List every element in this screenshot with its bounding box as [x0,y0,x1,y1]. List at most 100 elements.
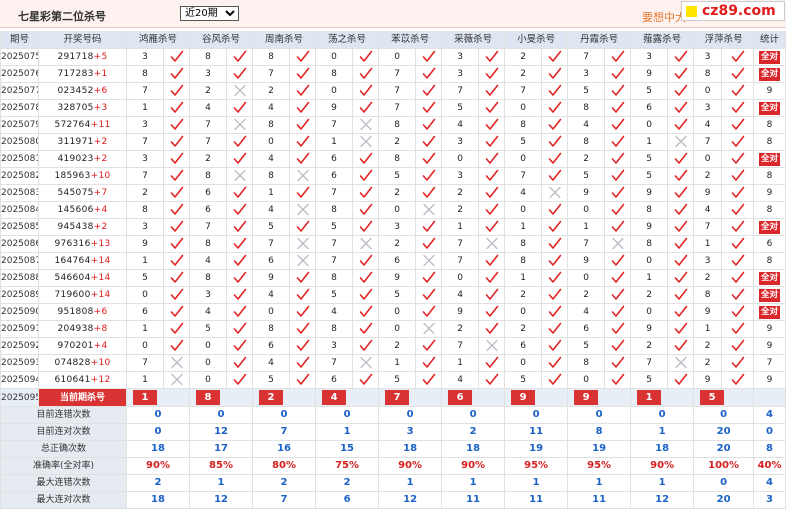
draw-number-cell: 204938+8 [38,320,127,338]
period-cell: 2025082 [0,167,39,185]
stats-value: 2 [125,474,191,492]
kill-value: 8 [315,65,354,83]
kill-value: 2 [378,235,417,253]
kill-value: 6 [315,150,354,168]
kill-value: 8 [252,48,291,66]
prediction-label: 当前期杀号 [38,388,127,407]
row-summary: 8 [753,116,786,134]
prediction-value: 5 [700,389,725,405]
draw-number: 976316 [54,239,91,249]
prediction-value: 1 [637,389,662,405]
kill-value: 9 [630,218,669,236]
stats-value: 1 [189,474,254,492]
prediction-row: 2025095 当前期杀号 1 8 2 4 7 6 9 9 1 5 [0,388,786,407]
hit-check-icon [604,303,632,321]
hit-check-icon [721,218,755,236]
prediction-period: 2025095 [0,388,39,407]
stats-value: 7 [252,491,317,509]
hit-check-icon [721,286,755,304]
hit-check-icon [604,99,632,117]
kill-value: 0 [378,303,417,321]
hit-check-icon [162,269,191,287]
kill-value: 4 [567,303,606,321]
stats-value: 17 [189,440,254,458]
kill-value: 2 [126,184,164,202]
hit-check-icon [667,116,695,134]
hit-check-icon [162,337,191,355]
miss-cross-icon [478,235,506,253]
column-header: 采薇杀号 [441,31,506,49]
draw-number-diff: +8 [93,324,108,334]
kill-value: 7 [378,99,417,117]
kill-value: 5 [315,286,354,304]
kill-value: 8 [567,354,606,372]
all-correct-badge: 全对 [759,68,781,81]
draw-number-cell: 074828+10 [38,354,127,372]
period-cell: 2025079 [0,116,39,134]
kill-value: 9 [693,303,723,321]
kill-value: 8 [630,201,669,219]
hit-check-icon [721,201,755,219]
table-row: 2025088 546604+14 5 8 9 8 9 0 1 0 1 2 全对 [0,269,786,287]
draw-number: 204938 [57,324,94,334]
period-cell: 2025081 [0,150,39,168]
kill-value: 7 [189,116,228,134]
stats-value: 1 [630,474,695,492]
draw-number-diff: +1 [93,69,108,79]
prediction-cell: 5 [693,388,755,407]
row-summary: 全对 [753,303,786,321]
kill-value: 0 [567,269,606,287]
kill-value: 5 [630,82,669,100]
kill-value: 2 [441,201,480,219]
kill-value: 5 [315,218,354,236]
draw-number-cell: 328705+3 [38,99,127,117]
kill-value: 7 [441,337,480,355]
hit-check-icon [604,150,632,168]
period-range-select[interactable]: 近20期 [180,6,239,21]
stats-label: 准确率(全对率) [0,457,127,475]
kill-value: 8 [567,99,606,117]
hit-check-icon [604,218,632,236]
all-correct-badge: 全对 [759,306,781,319]
row-summary: 9 [753,82,786,100]
hit-check-icon [478,354,506,372]
kill-value: 5 [441,99,480,117]
draw-number: 545075 [57,188,94,198]
table-row: 2025075 291718+5 3 8 8 0 0 3 2 7 3 3 全对 [0,48,786,66]
prediction-value: 4 [322,389,347,405]
draw-number-cell: 945438+2 [38,218,127,236]
hit-check-icon [478,48,506,66]
hit-check-icon [162,235,191,253]
period-cell: 2025094 [0,371,39,389]
table-header-row: 期号 开奖号码 鸿雁杀号 谷风杀号 周南杀号 荡之杀号 苯苡杀号 采薇杀号 小旻杀号 丹霞杀号 薤露… [0,31,786,49]
kill-number-table: 期号 开奖号码 鸿雁杀号 谷风杀号 周南杀号 荡之杀号 苯苡杀号 采薇杀号 小旻杀号 丹霞杀号 薤露… [0,31,786,509]
table-row: 2025091 204938+8 1 5 8 8 0 2 2 6 9 1 9 [0,320,786,338]
draw-number-cell: 419023+2 [38,150,127,168]
hit-check-icon [541,303,569,321]
hit-check-icon [352,252,380,270]
draw-number: 185963 [54,171,91,181]
hit-check-icon [415,269,443,287]
site-logo[interactable]: cz89.com [681,1,785,21]
table-row: 2025085 945438+2 3 7 5 5 3 1 1 1 9 7 全对 [0,218,786,236]
miss-cross-icon [415,201,443,219]
hit-check-icon [667,184,695,202]
hit-check-icon [289,184,317,202]
hit-check-icon [226,320,254,338]
kill-value: 0 [378,320,417,338]
column-header: 周南杀号 [252,31,317,49]
kill-value: 0 [567,371,606,389]
stats-value: 0 [504,406,569,424]
hit-check-icon [541,133,569,151]
more-link[interactable]: 要想中大 [642,9,686,25]
stats-value: 100% [693,457,755,475]
period-cell: 2025080 [0,133,39,151]
kill-value: 0 [693,150,723,168]
kill-value: 3 [693,99,723,117]
draw-number: 610641 [54,375,91,385]
kill-value: 3 [189,65,228,83]
kill-value: 2 [693,354,723,372]
draw-number-diff: +13 [90,239,111,249]
table-row: 2025084 145606+4 8 6 4 8 0 2 0 0 8 4 8 [0,201,786,219]
kill-value: 4 [189,252,228,270]
